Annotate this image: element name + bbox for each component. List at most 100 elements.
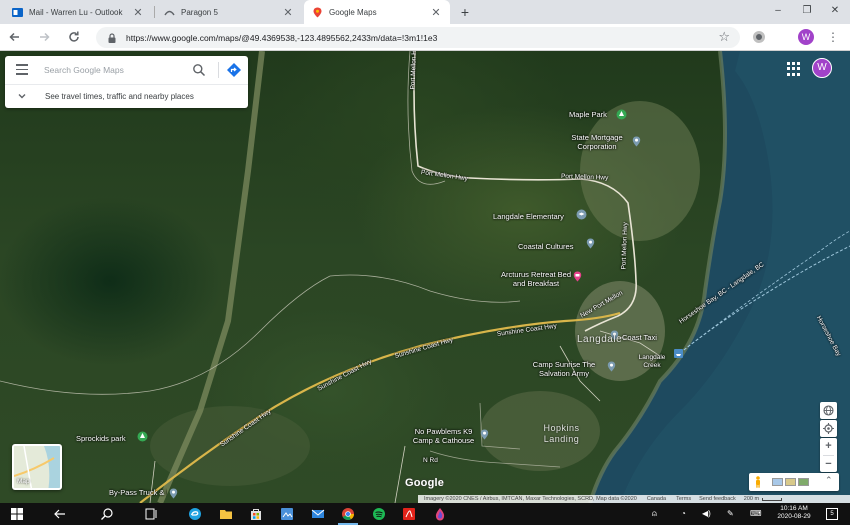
bookmark-star-icon[interactable]: ☆ bbox=[718, 29, 730, 45]
back-arrow-icon[interactable] bbox=[52, 506, 68, 522]
browser-toolbar: https://www.google.com/maps/@49.4369538,… bbox=[0, 24, 850, 51]
terms-link[interactable]: Terms bbox=[676, 496, 691, 502]
school-pin-icon[interactable] bbox=[576, 209, 587, 220]
notification-center-icon[interactable]: 5 bbox=[826, 508, 838, 520]
satellite-map[interactable]: Maple Park State Mortgage Corporation La… bbox=[0, 51, 850, 503]
acrobat-icon[interactable] bbox=[401, 506, 417, 522]
edge-icon[interactable] bbox=[187, 506, 203, 522]
chrome-icon[interactable] bbox=[340, 506, 356, 522]
drop-app-icon[interactable] bbox=[432, 506, 448, 522]
country-link[interactable]: Canada bbox=[647, 496, 666, 502]
send-feedback-link[interactable]: Send feedback bbox=[699, 496, 736, 502]
reload-icon bbox=[69, 31, 79, 42]
place-pin-icon[interactable] bbox=[606, 361, 617, 372]
address-bar[interactable]: https://www.google.com/maps/@49.4369538,… bbox=[96, 27, 740, 48]
url-text: https://www.google.com/maps/@49.4369538,… bbox=[126, 32, 438, 43]
store-icon[interactable] bbox=[248, 506, 264, 522]
place-label[interactable]: Arcturus Retreat Bed and Breakfast bbox=[497, 270, 575, 288]
windows-start-icon[interactable] bbox=[9, 506, 25, 522]
zoom-out-button[interactable]: − bbox=[820, 456, 837, 473]
google-apps-icon[interactable] bbox=[787, 62, 801, 76]
tab-paragon[interactable]: Paragon 5 ✕ bbox=[156, 0, 302, 24]
tab-close-button[interactable]: ✕ bbox=[282, 6, 294, 19]
search-icon[interactable] bbox=[99, 506, 115, 522]
back-button[interactable] bbox=[6, 28, 24, 46]
extension-icon[interactable] bbox=[753, 31, 765, 43]
forward-arrow-icon bbox=[40, 32, 50, 42]
task-view-icon[interactable] bbox=[143, 506, 159, 522]
mail-icon[interactable] bbox=[310, 506, 326, 522]
search-icon[interactable] bbox=[192, 63, 206, 77]
clock-date: 2020-08-29 bbox=[777, 513, 811, 520]
profile-avatar[interactable]: W bbox=[798, 29, 814, 45]
file-explorer-icon[interactable] bbox=[218, 506, 234, 522]
tab-label: Google Maps bbox=[329, 7, 377, 17]
pegman-icon[interactable] bbox=[754, 476, 762, 488]
place-name: Camp Sunrise The Salvation Army bbox=[532, 360, 596, 378]
close-window-button[interactable]: ✕ bbox=[821, 0, 849, 24]
place-label[interactable]: Camp Sunrise The Salvation Army bbox=[524, 360, 604, 378]
place-label[interactable]: No Pawblems K9 Camp & Cathouse bbox=[406, 427, 481, 445]
place-label[interactable]: Sprockids park bbox=[76, 434, 126, 443]
place-pin-icon[interactable] bbox=[585, 238, 596, 249]
tab-label: Paragon 5 bbox=[181, 7, 218, 17]
ferry-terminal-icon[interactable] bbox=[674, 349, 683, 358]
place-label[interactable]: State Mortgage Corporation bbox=[562, 133, 632, 151]
town-label: Hopkins Landing bbox=[543, 423, 580, 444]
travel-times-text: See travel times, traffic and nearby pla… bbox=[45, 92, 194, 101]
park-pin-icon[interactable] bbox=[616, 109, 627, 120]
clock-time: 10:16 AM bbox=[780, 505, 808, 512]
town-label: Langdale bbox=[577, 334, 623, 345]
zoom-in-button[interactable]: + bbox=[820, 438, 837, 455]
pen-icon[interactable]: ✎ bbox=[727, 509, 734, 518]
place-label[interactable]: Coastal Cultures bbox=[518, 242, 573, 251]
menu-icon[interactable] bbox=[16, 64, 28, 76]
network-icon[interactable]: ◔ bbox=[681, 509, 686, 518]
outlook-icon bbox=[12, 7, 23, 18]
map-layer-toggle[interactable]: Map bbox=[12, 444, 62, 490]
globe-view-button[interactable] bbox=[820, 402, 837, 419]
photos-app-icon[interactable] bbox=[279, 506, 295, 522]
place-label[interactable]: By-Pass Truck & Equipment bbox=[109, 488, 167, 497]
scale-bar bbox=[762, 497, 783, 501]
zoom-controls: + − bbox=[820, 438, 837, 472]
tab-close-button[interactable]: ✕ bbox=[132, 6, 144, 19]
reload-button[interactable] bbox=[65, 28, 83, 46]
chevron-down-icon bbox=[18, 94, 26, 99]
place-label[interactable]: Maple Park bbox=[569, 110, 607, 119]
place-label[interactable]: Coast Taxi bbox=[622, 333, 657, 342]
new-tab-button[interactable]: + bbox=[458, 3, 472, 21]
clock[interactable]: 10:16 AM 2020-08-29 bbox=[770, 505, 818, 521]
park-pin-icon[interactable] bbox=[137, 431, 148, 442]
tab-google-maps[interactable]: Google Maps ✕ bbox=[304, 0, 450, 24]
directions-icon[interactable] bbox=[226, 62, 242, 78]
place-pin-icon[interactable] bbox=[479, 429, 490, 440]
lock-icon bbox=[108, 32, 116, 43]
travel-times-toggle[interactable]: See travel times, traffic and nearby pla… bbox=[5, 85, 248, 108]
browser-menu-button[interactable]: ⋮ bbox=[826, 28, 840, 46]
maximize-button[interactable]: ❐ bbox=[793, 0, 821, 24]
people-icon[interactable]: ⍝ bbox=[652, 509, 657, 519]
place-label[interactable]: Langdale Creek bbox=[632, 354, 672, 370]
spotify-icon[interactable] bbox=[371, 506, 387, 522]
forward-button[interactable] bbox=[35, 28, 53, 46]
scale-label[interactable]: 200 m bbox=[744, 496, 759, 502]
minimize-button[interactable]: – bbox=[764, 0, 792, 24]
layer-thumbnail[interactable] bbox=[785, 478, 796, 486]
hotel-pin-icon[interactable] bbox=[572, 271, 583, 282]
layer-thumbnail[interactable] bbox=[772, 478, 783, 486]
keyboard-icon[interactable]: ⌨ bbox=[750, 509, 762, 518]
place-pin-icon[interactable] bbox=[168, 488, 179, 499]
chevron-up-icon[interactable]: ⌃ bbox=[825, 475, 833, 486]
layer-thumbnail[interactable] bbox=[798, 478, 809, 486]
my-location-button[interactable] bbox=[820, 420, 837, 437]
tab-label: Mail - Warren Lu - Outlook bbox=[29, 7, 123, 17]
place-pin-icon[interactable] bbox=[631, 136, 642, 147]
tab-outlook[interactable]: Mail - Warren Lu - Outlook ✕ bbox=[4, 0, 152, 24]
tab-close-button[interactable]: ✕ bbox=[430, 6, 442, 19]
place-label[interactable]: Langdale Elementary bbox=[493, 212, 564, 221]
volume-icon[interactable]: ◀) bbox=[702, 509, 711, 518]
minimap-label: Map bbox=[17, 478, 30, 485]
account-avatar[interactable]: W bbox=[812, 58, 832, 78]
search-input[interactable] bbox=[44, 61, 184, 79]
